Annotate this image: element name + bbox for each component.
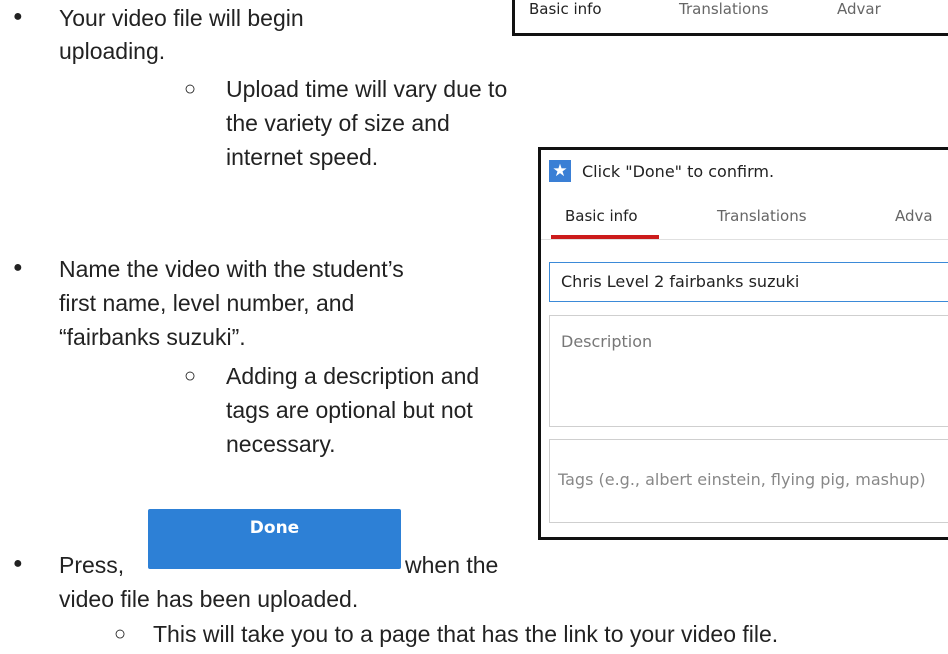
step2-sub-line2: tags are optional but not [226, 397, 473, 423]
step2-line2: first name, level number, and [59, 290, 355, 316]
step1-line1: Your video file will begin [59, 5, 304, 31]
tags-input[interactable]: Tags (e.g., albert einstein, flying pig,… [549, 439, 948, 523]
step1-line2: uploading. [59, 38, 166, 64]
step3-prefix: Press, [59, 552, 125, 578]
tags-placeholder: Tags (e.g., albert einstein, flying pig,… [558, 470, 926, 489]
bullet-step2: ● [13, 259, 23, 276]
step2-line1: Name the video with the student’s [59, 256, 404, 282]
step1-sub-line2: the variety of size and [226, 110, 450, 136]
sub-bullet-step1: ○ [184, 78, 197, 100]
upload-details-screenshot: ★ Click "Done" to confirm. Basic info Tr… [538, 147, 948, 540]
star-icon: ★ [549, 160, 571, 182]
done-button-image: Done [148, 509, 401, 569]
confirm-notice: Click "Done" to confirm. [582, 162, 775, 181]
title-input[interactable]: Chris Level 2 fairbanks suzuki [549, 262, 948, 302]
sub-bullet-step3: ○ [114, 623, 127, 645]
step2-line3: “fairbanks suzuki”. [59, 324, 246, 350]
bullet-step3: ● [13, 555, 23, 572]
sub-bullet-step2: ○ [184, 365, 197, 387]
tab-advanced[interactable]: Adva [895, 207, 933, 225]
tab-translations[interactable]: Translations [717, 207, 807, 225]
tab-advanced[interactable]: Advar [837, 0, 881, 18]
step2-sub-line3: necessary. [226, 431, 336, 457]
tab-basic-info[interactable]: Basic info [529, 0, 602, 18]
description-placeholder: Description [561, 332, 653, 351]
step3-line2: video file has been uploaded. [59, 586, 359, 612]
description-textarea[interactable]: Description [549, 315, 948, 427]
step1-sub-line3: internet speed. [226, 144, 379, 170]
title-input-value: Chris Level 2 fairbanks suzuki [561, 272, 800, 291]
tab-translations[interactable]: Translations [679, 0, 769, 18]
step3-suffix: when the [405, 552, 499, 578]
step3-sub-line1: This will take you to a page that has th… [153, 621, 779, 647]
step1-sub-line1: Upload time will vary due to [226, 76, 508, 102]
tab-basic-info[interactable]: Basic info [565, 207, 638, 225]
tab-divider [541, 239, 948, 240]
step2-sub-line1: Adding a description and [226, 363, 480, 389]
top-screenshot-fragment: Basic info Translations Advar [512, 0, 948, 36]
bullet-step1: ● [13, 8, 23, 25]
